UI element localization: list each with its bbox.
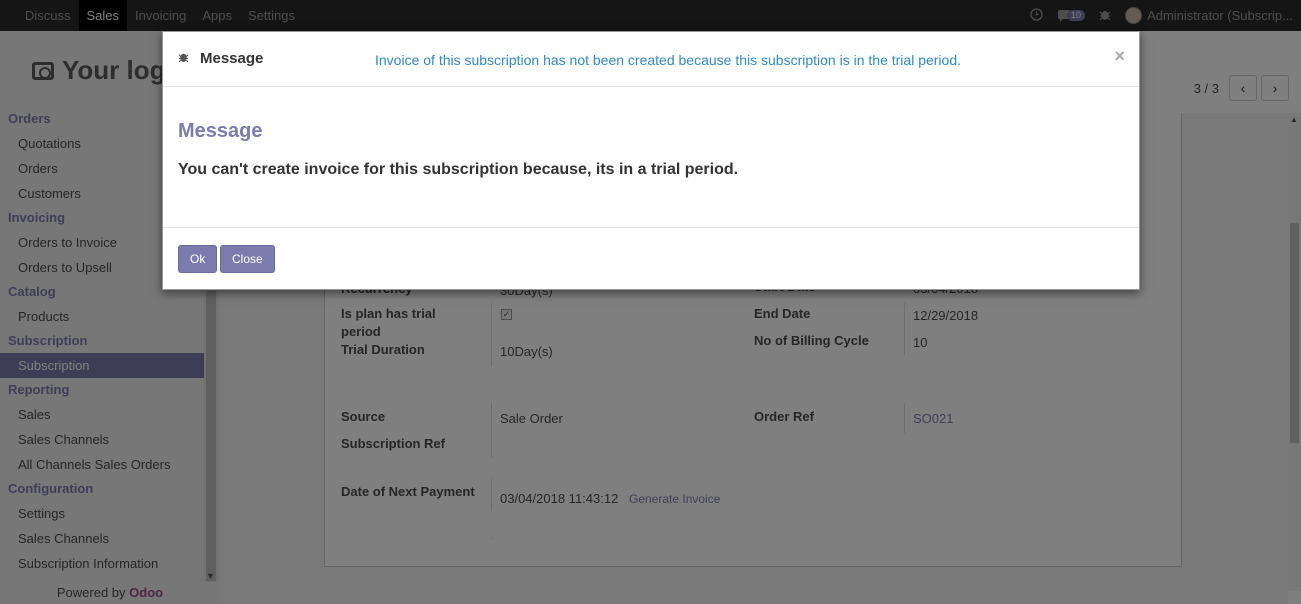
dialog-header: Message Invoice of this subscription has… [163, 32, 1139, 87]
bug-icon [178, 51, 189, 66]
message-dialog: Message Invoice of this subscription has… [162, 31, 1140, 290]
close-icon[interactable]: × [1114, 46, 1125, 67]
close-button[interactable]: Close [220, 245, 275, 273]
message-heading: Message [178, 120, 263, 142]
ok-button[interactable]: Ok [178, 245, 218, 273]
message-text: You can't create invoice for this subscr… [178, 161, 739, 178]
dialog-body: Message You can't create invoice for thi… [163, 88, 1139, 227]
dialog-info-text: Invoice of this subscription has not bee… [375, 52, 961, 68]
dialog-title: Message [200, 50, 264, 67]
dialog-footer: Ok Close [163, 227, 1139, 290]
